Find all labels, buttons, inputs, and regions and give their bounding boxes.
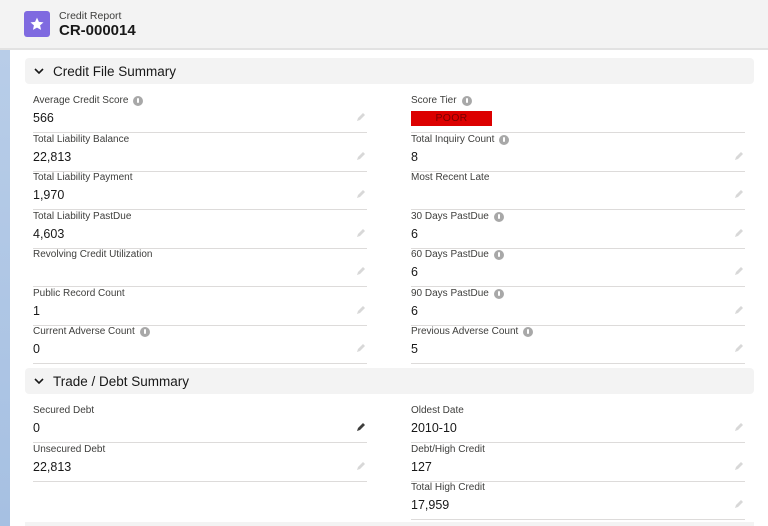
field-label: Revolving Credit Utilization xyxy=(33,249,153,260)
field-label: Most Recent Late xyxy=(411,172,490,183)
info-icon[interactable] xyxy=(493,288,504,299)
pencil-edit-icon[interactable] xyxy=(733,265,745,277)
field-value: 0 xyxy=(33,421,40,435)
field-60-days-pastdue: 60 Days PastDue 6 xyxy=(411,249,745,287)
next-section-edge xyxy=(25,522,754,526)
field-label: 30 Days PastDue xyxy=(411,211,489,222)
field-value: 6 xyxy=(411,304,418,318)
left-edge-strip xyxy=(0,50,10,526)
info-icon[interactable] xyxy=(523,326,534,337)
info-icon[interactable] xyxy=(493,211,504,222)
field-value: 8 xyxy=(411,150,418,164)
pencil-edit-icon[interactable] xyxy=(355,111,367,123)
field-value: 1,970 xyxy=(33,188,65,202)
field-value: 566 xyxy=(33,111,54,125)
info-icon[interactable] xyxy=(139,326,150,337)
field-label: Current Adverse Count xyxy=(33,326,135,337)
field-label: Total Liability PastDue xyxy=(33,211,132,222)
field-label: Debt/High Credit xyxy=(411,444,485,455)
field-value: 22,813 xyxy=(33,460,72,474)
field-label: Oldest Date xyxy=(411,405,464,416)
field-public-record-count: Public Record Count 1 xyxy=(33,288,367,326)
field-total-liability-balance: Total Liability Balance 22,813 xyxy=(33,134,367,172)
star-icon xyxy=(24,11,50,37)
record-detail: Credit File Summary Average Credit Score… xyxy=(10,52,768,526)
section-header-trade-debt-summary[interactable]: Trade / Debt Summary xyxy=(25,368,754,394)
field-secured-debt: Secured Debt 0 xyxy=(33,405,367,443)
pencil-edit-icon[interactable] xyxy=(733,421,745,433)
pencil-edit-icon[interactable] xyxy=(355,150,367,162)
field-debt-high-credit: Debt/High Credit 127 xyxy=(411,444,745,482)
pencil-edit-icon[interactable] xyxy=(355,227,367,239)
pencil-edit-icon[interactable] xyxy=(355,460,367,472)
field-label: Secured Debt xyxy=(33,405,95,416)
field-label: Total Inquiry Count xyxy=(411,134,495,145)
field-label: Unsecured Debt xyxy=(33,444,106,455)
score-tier-badge: POOR xyxy=(411,111,492,126)
section-title: Trade / Debt Summary xyxy=(53,373,190,389)
field-label: Total High Credit xyxy=(411,482,485,493)
pencil-edit-icon[interactable] xyxy=(733,150,745,162)
pencil-edit-icon[interactable] xyxy=(733,498,745,510)
pencil-edit-icon[interactable] xyxy=(733,342,745,354)
pencil-edit-icon[interactable] xyxy=(733,304,745,316)
field-value: 4,603 xyxy=(33,227,65,241)
field-90-days-pastdue: 90 Days PastDue 6 xyxy=(411,288,745,326)
field-label: Public Record Count xyxy=(33,288,125,299)
section-title: Credit File Summary xyxy=(53,63,177,79)
field-label: Previous Adverse Count xyxy=(411,326,519,337)
info-icon[interactable] xyxy=(493,249,504,260)
pencil-edit-icon[interactable] xyxy=(733,188,745,200)
pencil-edit-icon[interactable] xyxy=(355,188,367,200)
field-value: 2010-10 xyxy=(411,421,457,435)
info-icon[interactable] xyxy=(461,95,472,106)
field-average-credit-score: Average Credit Score 566 xyxy=(33,95,367,133)
field-value: 5 xyxy=(411,342,418,356)
field-value: 17,959 xyxy=(411,498,450,512)
chevron-down-icon xyxy=(34,68,44,75)
field-label: Average Credit Score xyxy=(33,95,129,106)
object-type-label: Credit Report xyxy=(59,10,122,22)
field-value: 127 xyxy=(411,460,432,474)
field-value: 6 xyxy=(411,227,418,241)
field-most-recent-late: Most Recent Late xyxy=(411,172,745,210)
pencil-edit-icon[interactable] xyxy=(355,265,367,277)
field-total-liability-pastdue: Total Liability PastDue 4,603 xyxy=(33,211,367,249)
record-name: CR-000014 xyxy=(59,22,136,39)
field-label: 90 Days PastDue xyxy=(411,288,489,299)
field-value: 0 xyxy=(33,342,40,356)
pencil-edit-icon[interactable] xyxy=(733,227,745,239)
info-icon[interactable] xyxy=(133,95,144,106)
field-total-inquiry-count: Total Inquiry Count 8 xyxy=(411,134,745,172)
field-value: 22,813 xyxy=(33,150,72,164)
record-header: Credit Report CR-000014 xyxy=(0,0,768,50)
field-value: 1 xyxy=(33,304,40,318)
pencil-edit-icon[interactable] xyxy=(355,421,367,433)
field-oldest-date: Oldest Date 2010-10 xyxy=(411,405,745,443)
chevron-down-icon xyxy=(34,378,44,385)
field-30-days-pastdue: 30 Days PastDue 6 xyxy=(411,211,745,249)
field-label: Score Tier xyxy=(411,95,457,106)
section-header-credit-file-summary[interactable]: Credit File Summary xyxy=(25,58,754,84)
field-value: 6 xyxy=(411,265,418,279)
field-current-adverse-count: Current Adverse Count 0 xyxy=(33,326,367,364)
field-label: 60 Days PastDue xyxy=(411,249,489,260)
field-previous-adverse-count: Previous Adverse Count 5 xyxy=(411,326,745,364)
field-revolving-credit-utilization: Revolving Credit Utilization xyxy=(33,249,367,287)
pencil-edit-icon[interactable] xyxy=(733,460,745,472)
field-unsecured-debt: Unsecured Debt 22,813 xyxy=(33,444,367,482)
pencil-edit-icon[interactable] xyxy=(355,304,367,316)
field-label: Total Liability Balance xyxy=(33,134,130,145)
pencil-edit-icon[interactable] xyxy=(355,342,367,354)
field-total-high-credit: Total High Credit 17,959 xyxy=(411,482,745,520)
field-score-tier: Score Tier POOR xyxy=(411,95,745,133)
field-total-liability-payment: Total Liability Payment 1,970 xyxy=(33,172,367,210)
field-label: Total Liability Payment xyxy=(33,172,133,183)
info-icon[interactable] xyxy=(499,134,510,145)
